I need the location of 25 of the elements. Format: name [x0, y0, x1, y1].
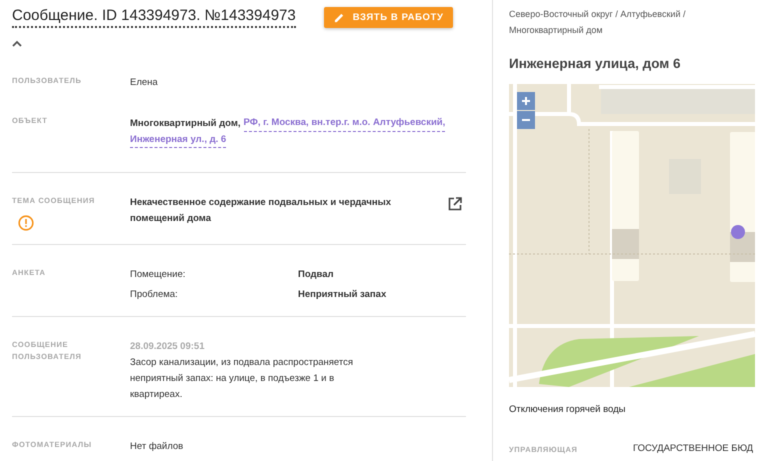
survey-answer: Неприятный запах: [298, 288, 386, 302]
field-value: Нет файлов: [130, 440, 184, 454]
object-type: Многоквартирный дом,: [130, 117, 241, 131]
address-link[interactable]: РФ, г. Москва, вн.тер.г. м.о. Алтуфьевский,: [244, 115, 446, 132]
survey-question: Помещение:: [130, 268, 186, 282]
pencil-icon: [334, 12, 345, 22]
section-title: Отключения горячей воды: [509, 404, 626, 415]
message-date: 28.09.2025 09:51: [130, 340, 206, 354]
topic-text: Некачественное содержание подвальных и чердачных помещений дома: [130, 196, 392, 226]
survey-answer: Подвал: [298, 268, 335, 282]
breadcrumb: Северо-Восточный округ / Алтуфьевский / Многоквартирный дом: [509, 8, 686, 37]
zoom-out-button[interactable]: [517, 111, 535, 129]
plus-icon: [521, 96, 531, 106]
address-link[interactable]: Инженерная ул., д. 6: [130, 132, 226, 148]
open-external-icon[interactable]: [448, 197, 462, 211]
map-marker-icon: [731, 225, 745, 239]
field-value: ГОСУДАРСТВЕННОЕ БЮД: [633, 443, 754, 454]
message-text: Засор канализации, из подвала распространяется неприятный запах: на улице, в подъезже 1 и в квартиреах.: [130, 356, 354, 402]
message-title: Сообщение. ID 143394973. №143394973: [12, 6, 296, 28]
zoom-in-button[interactable]: [517, 92, 535, 110]
collapse-chevron-icon[interactable]: [12, 40, 22, 47]
take-to-work-button[interactable]: ВЗЯТЬ В РАБОТУ: [324, 6, 454, 28]
survey-question: Проблема:: [130, 288, 179, 302]
field-value: Елена: [130, 76, 159, 90]
address-title: Инженерная улица, дом 6: [509, 56, 682, 71]
